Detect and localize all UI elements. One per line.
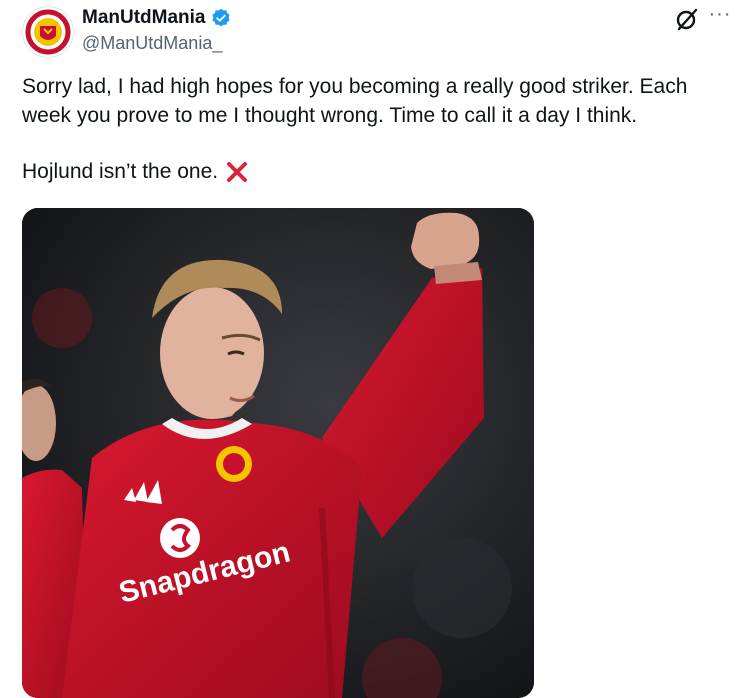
display-name[interactable]: ManUtdMania bbox=[82, 6, 206, 30]
cross-mark-icon bbox=[227, 161, 248, 182]
grok-button[interactable] bbox=[674, 6, 700, 32]
avatar[interactable] bbox=[22, 6, 74, 58]
grok-icon bbox=[676, 8, 698, 31]
tweet-text: Sorry lad, I had high hopes for you beco… bbox=[22, 72, 732, 186]
tweet-text-paragraph-1: Sorry lad, I had high hopes for you beco… bbox=[22, 75, 688, 127]
tweet-text-paragraph-2: Hojlund isn’t the one. bbox=[22, 157, 732, 186]
manutdmania-logo bbox=[24, 8, 72, 56]
author-name-row[interactable]: ManUtdMania bbox=[82, 6, 231, 30]
author-handle[interactable]: @ManUtdMania_ bbox=[82, 32, 222, 54]
more-options-icon: ··· bbox=[708, 3, 732, 25]
tweet-media-image[interactable]: Snapdragon bbox=[22, 208, 534, 698]
verified-badge-icon bbox=[211, 8, 230, 27]
player-photo: Snapdragon bbox=[22, 208, 534, 698]
more-options-button[interactable]: ··· bbox=[706, 3, 734, 28]
tweet-text-line-2: Hojlund isn’t the one. bbox=[22, 160, 219, 183]
